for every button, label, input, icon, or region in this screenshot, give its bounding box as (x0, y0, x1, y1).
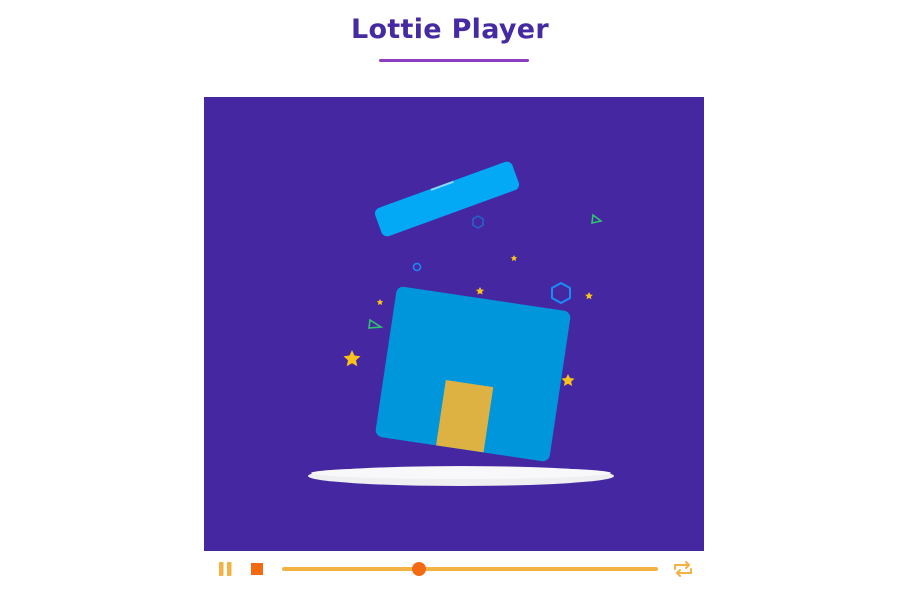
gift-lid (374, 161, 520, 237)
star-decoration (585, 292, 593, 300)
loop-icon (674, 561, 692, 577)
loop-button[interactable] (672, 559, 694, 579)
seek-track (282, 567, 658, 571)
confetti-hexagon (472, 215, 484, 229)
pause-button[interactable] (216, 559, 236, 579)
gift-ribbon (436, 380, 494, 453)
page-title: Lottie Player (350, 14, 550, 45)
pause-icon (219, 562, 232, 576)
stop-button[interactable] (247, 559, 267, 579)
confetti-triangle (591, 213, 603, 225)
star-decoration (476, 287, 484, 295)
title-underline (379, 59, 529, 62)
confetti-circle (412, 262, 422, 272)
page: Lottie Player (0, 0, 900, 600)
gift-box-animation (308, 161, 614, 486)
star-decoration (343, 350, 361, 367)
animation-canvas (204, 97, 704, 551)
star-decoration (376, 299, 384, 305)
confetti-hexagon (551, 281, 571, 305)
gift-box (375, 286, 571, 462)
player-controls (204, 551, 704, 587)
star-decoration (561, 374, 575, 386)
seek-slider[interactable] (282, 562, 658, 576)
confetti-triangle (368, 318, 384, 329)
stop-icon (251, 563, 263, 575)
star-decoration (510, 255, 518, 261)
seek-thumb[interactable] (412, 562, 427, 576)
